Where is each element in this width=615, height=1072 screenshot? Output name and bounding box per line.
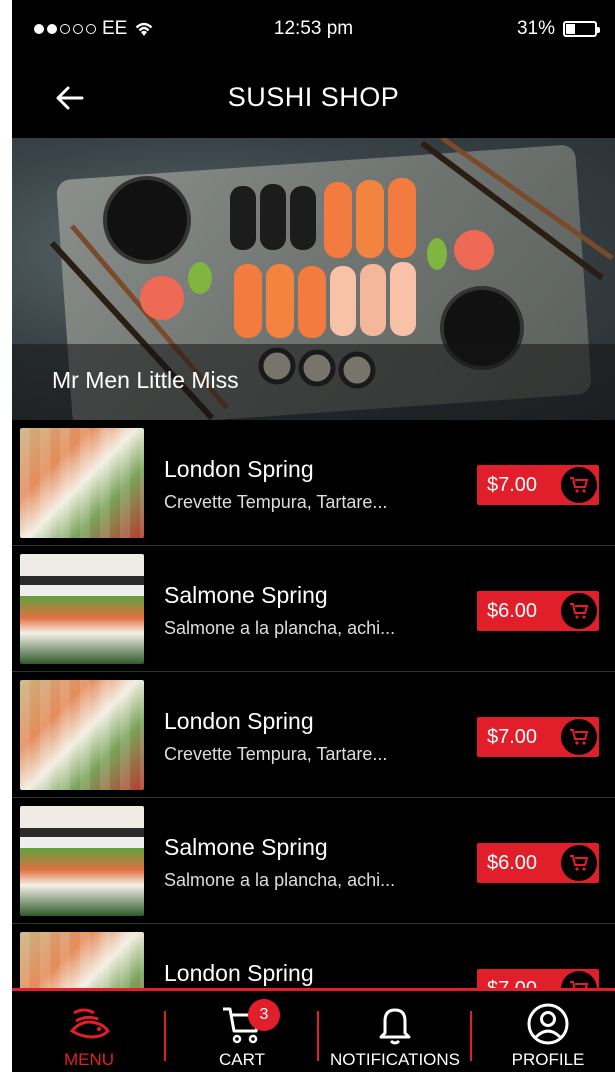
cart-icon	[561, 845, 597, 881]
battery-percent: 31%	[516, 18, 555, 39]
item-thumbnail	[20, 932, 144, 990]
add-to-cart-button[interactable]: $6.00	[477, 591, 599, 631]
battery-icon	[563, 21, 600, 37]
hero-banner[interactable]: Mr Men Little Miss	[12, 138, 615, 420]
item-price: $6.00	[487, 851, 538, 874]
item-name: London Spring	[164, 960, 314, 986]
item-thumbnail	[20, 428, 144, 538]
item-name: Salmone Spring	[164, 834, 328, 860]
bell-icon	[379, 1008, 411, 1045]
tab-cart[interactable]: CART	[167, 991, 317, 1072]
cart-icon	[561, 593, 597, 629]
tab-profile[interactable]: PROFILE	[473, 991, 615, 1072]
add-to-cart-button[interactable]: $7.00	[477, 717, 599, 757]
status-bar: EE 12:53 pm 31%	[12, 0, 615, 58]
cart-icon	[561, 719, 597, 755]
tab-menu[interactable]: MENU	[14, 991, 164, 1072]
user-icon	[527, 1003, 569, 1045]
fish-icon	[69, 1008, 110, 1039]
app-screen: EE 12:53 pm 31% SUSHI SHOP Mr Men Little…	[12, 0, 615, 1072]
tab-label: CART	[219, 1050, 265, 1069]
battery-group: 31%	[516, 18, 600, 40]
item-name: London Spring	[164, 708, 314, 734]
item-thumbnail	[20, 806, 144, 916]
cart-count-badge: 3	[248, 999, 280, 1031]
item-name: Salmone Spring	[164, 582, 328, 608]
item-price: $6.00	[487, 599, 538, 622]
hero-caption: Mr Men Little Miss	[52, 367, 239, 393]
item-description: Salmone a la plancha, achi...	[164, 870, 396, 890]
add-to-cart-button[interactable]: $7.00	[477, 465, 599, 505]
nav-header: SUSHI SHOP	[12, 58, 615, 138]
item-description: Crevette Tempura, Tartare...	[164, 744, 388, 764]
tab-notifications[interactable]: NOTIFICATIONS	[320, 991, 470, 1072]
item-description: Salmone a la plancha, achi...	[164, 618, 396, 638]
tab-label: PROFILE	[511, 1050, 585, 1069]
tab-label: MENU	[63, 1050, 115, 1069]
item-thumbnail	[20, 554, 144, 664]
page-title: SUSHI SHOP	[227, 82, 400, 112]
list-item[interactable]: Salmone Spring Salmone a la plancha, ach…	[12, 546, 615, 672]
bottom-tab-bar: MENU CART 3 NOTIFICATIONS PROFILE	[12, 988, 615, 1072]
item-thumbnail	[20, 680, 144, 790]
list-item[interactable]: Salmone Spring Salmone a la plancha, ach…	[12, 798, 615, 924]
list-item[interactable]: London Spring Crevette Tempura, Tartare.…	[12, 420, 615, 546]
menu-list: London Spring Crevette Tempura, Tartare.…	[12, 420, 615, 990]
add-to-cart-button[interactable]: $7.00	[477, 969, 599, 990]
tab-label: NOTIFICATIONS	[329, 1050, 460, 1069]
item-description: Crevette Tempura, Tartare...	[164, 492, 388, 512]
tab-divider	[470, 1011, 472, 1061]
add-to-cart-button[interactable]: $6.00	[477, 843, 599, 883]
tab-divider	[317, 1011, 319, 1061]
cart-icon	[561, 467, 597, 503]
item-name: London Spring	[164, 456, 314, 482]
item-price: $7.00	[487, 725, 538, 748]
tab-divider	[164, 1011, 166, 1061]
list-item[interactable]: London Spring Crevette Tempura, Tartare.…	[12, 672, 615, 798]
item-price: $7.00	[487, 473, 538, 496]
list-item[interactable]: London Spring $7.00	[12, 924, 615, 990]
